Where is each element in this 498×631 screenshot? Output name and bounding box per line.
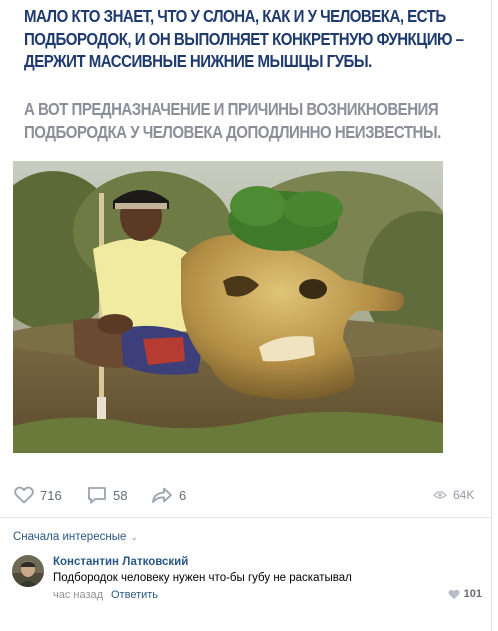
- shares-count: 6: [179, 487, 187, 503]
- reply-button[interactable]: Ответить: [111, 589, 158, 601]
- man-with-elephant-skull-photo: [13, 161, 443, 453]
- comment-likes-count: 101: [463, 588, 482, 600]
- post-card: МАЛО КТО ЗНАЕТ, ЧТО У СЛОНА, КАК И У ЧЕЛ…: [0, 0, 492, 631]
- avatar[interactable]: [12, 555, 44, 587]
- comment-author[interactable]: Константин Латковский: [53, 556, 188, 568]
- like-button[interactable]: 716: [14, 482, 62, 508]
- post-headline: МАЛО КТО ЗНАЕТ, ЧТО У СЛОНА, КАК И У ЧЕЛ…: [24, 6, 464, 71]
- post-subheadline: А ВОТ ПРЕДНАЗНАЧЕНИЕ И ПРИЧИНЫ ВОЗНИКНОВ…: [24, 99, 441, 142]
- heart-icon: [14, 486, 34, 504]
- divider: [0, 517, 492, 518]
- chevron-down-icon: ⌄: [130, 531, 138, 542]
- comments-count: 58: [113, 487, 128, 503]
- comment-item: Константин Латковский Подбородок человек…: [12, 555, 482, 605]
- sort-label: Сначала интересные: [13, 531, 127, 543]
- comment-like-button[interactable]: 101: [448, 588, 482, 600]
- comment-text: Подбородок человеку нужен что-бы губу не…: [53, 572, 352, 584]
- views-counter: 64K: [433, 482, 474, 508]
- user-photo-icon: [12, 555, 44, 587]
- post-actions: 716 58 6 64K: [0, 482, 492, 508]
- share-arrow-icon: [152, 487, 172, 503]
- comments-sort-dropdown[interactable]: Сначала интересные ⌄: [13, 531, 138, 543]
- comment-button[interactable]: 58: [87, 482, 127, 508]
- eye-icon: [433, 491, 447, 499]
- comment-time[interactable]: час назад: [53, 589, 103, 601]
- share-button[interactable]: 6: [151, 482, 186, 508]
- views-count: 64K: [453, 488, 475, 502]
- comment-bubble-icon: [88, 487, 106, 504]
- likes-count: 716: [40, 487, 62, 503]
- heart-icon: [448, 589, 460, 599]
- post-photo[interactable]: [13, 161, 443, 453]
